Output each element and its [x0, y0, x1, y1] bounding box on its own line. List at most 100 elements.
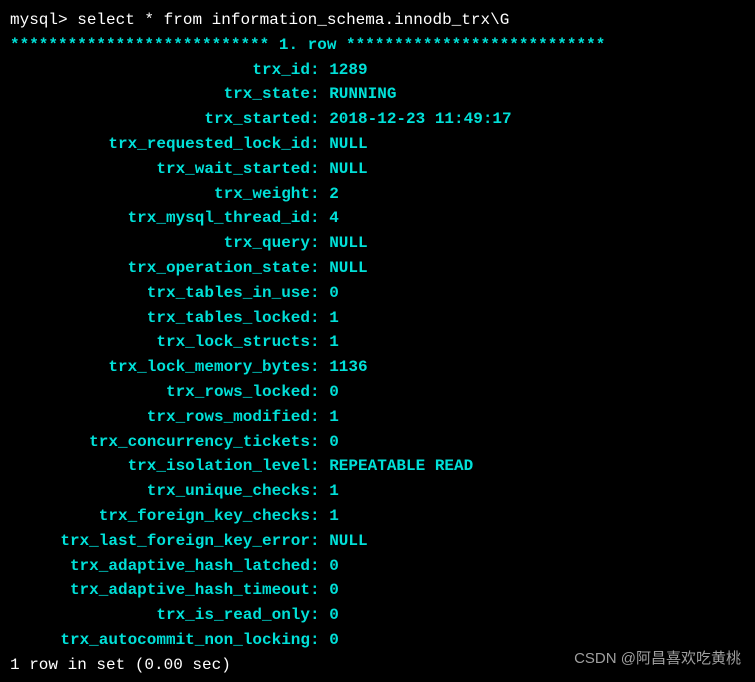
field-row: trx_unique_checks: 1 [10, 479, 745, 504]
field-colon: : [310, 606, 329, 624]
field-value: 1289 [329, 61, 367, 79]
field-colon: : [310, 259, 329, 277]
field-row: trx_last_foreign_key_error: NULL [10, 529, 745, 554]
field-label: trx_tables_locked [10, 306, 310, 331]
field-value: 1 [329, 309, 339, 327]
field-value: NULL [329, 532, 367, 550]
field-row: trx_rows_modified: 1 [10, 405, 745, 430]
field-row: trx_id: 1289 [10, 58, 745, 83]
field-value: 1 [329, 482, 339, 500]
field-row: trx_lock_memory_bytes: 1136 [10, 355, 745, 380]
field-colon: : [310, 482, 329, 500]
field-label: trx_rows_locked [10, 380, 310, 405]
field-colon: : [310, 532, 329, 550]
terminal-output: mysql> select * from information_schema.… [10, 8, 745, 678]
field-colon: : [310, 457, 329, 475]
field-colon: : [310, 358, 329, 376]
field-row: trx_isolation_level: REPEATABLE READ [10, 454, 745, 479]
field-row: trx_foreign_key_checks: 1 [10, 504, 745, 529]
field-row: trx_adaptive_hash_timeout: 0 [10, 578, 745, 603]
field-value: 1 [329, 507, 339, 525]
result-fields: trx_id: 1289trx_state: RUNNINGtrx_starte… [10, 58, 745, 653]
field-colon: : [310, 631, 329, 649]
row-separator: *************************** 1. row *****… [10, 33, 745, 58]
field-value: 0 [329, 631, 339, 649]
mysql-prompt: mysql> [10, 11, 68, 29]
field-value: NULL [329, 259, 367, 277]
field-value: 0 [329, 557, 339, 575]
field-value: 0 [329, 581, 339, 599]
field-row: trx_is_read_only: 0 [10, 603, 745, 628]
field-value: 0 [329, 383, 339, 401]
field-row: trx_weight: 2 [10, 182, 745, 207]
field-colon: : [310, 507, 329, 525]
field-value: NULL [329, 234, 367, 252]
field-value: REPEATABLE READ [329, 457, 473, 475]
field-label: trx_rows_modified [10, 405, 310, 430]
field-colon: : [310, 160, 329, 178]
mysql-prompt-line: mysql> select * from information_schema.… [10, 8, 745, 33]
field-label: trx_foreign_key_checks [10, 504, 310, 529]
field-value: 1 [329, 333, 339, 351]
field-value: 2018-12-23 11:49:17 [329, 110, 511, 128]
field-colon: : [310, 581, 329, 599]
field-label: trx_is_read_only [10, 603, 310, 628]
field-row: trx_state: RUNNING [10, 82, 745, 107]
field-value: 1136 [329, 358, 367, 376]
field-colon: : [310, 383, 329, 401]
field-row: trx_started: 2018-12-23 11:49:17 [10, 107, 745, 132]
field-label: trx_lock_structs [10, 330, 310, 355]
field-label: trx_mysql_thread_id [10, 206, 310, 231]
field-label: trx_query [10, 231, 310, 256]
field-label: trx_concurrency_tickets [10, 430, 310, 455]
field-label: trx_adaptive_hash_timeout [10, 578, 310, 603]
field-label: trx_weight [10, 182, 310, 207]
field-colon: : [310, 209, 329, 227]
field-label: trx_tables_in_use [10, 281, 310, 306]
field-row: trx_concurrency_tickets: 0 [10, 430, 745, 455]
field-value: NULL [329, 160, 367, 178]
field-row: trx_lock_structs: 1 [10, 330, 745, 355]
field-colon: : [310, 284, 329, 302]
field-row: trx_adaptive_hash_latched: 0 [10, 554, 745, 579]
field-row: trx_tables_locked: 1 [10, 306, 745, 331]
sql-query: select * from information_schema.innodb_… [77, 11, 509, 29]
field-value: RUNNING [329, 85, 396, 103]
field-colon: : [310, 408, 329, 426]
field-label: trx_id [10, 58, 310, 83]
field-label: trx_operation_state [10, 256, 310, 281]
field-colon: : [310, 234, 329, 252]
watermark: CSDN @阿昌喜欢吃黄桃 [574, 647, 741, 670]
field-label: trx_requested_lock_id [10, 132, 310, 157]
field-row: trx_wait_started: NULL [10, 157, 745, 182]
field-value: 4 [329, 209, 339, 227]
field-row: trx_mysql_thread_id: 4 [10, 206, 745, 231]
field-row: trx_rows_locked: 0 [10, 380, 745, 405]
field-label: trx_autocommit_non_locking [10, 628, 310, 653]
field-value: 0 [329, 606, 339, 624]
field-label: trx_last_foreign_key_error [10, 529, 310, 554]
field-label: trx_wait_started [10, 157, 310, 182]
field-label: trx_state [10, 82, 310, 107]
field-colon: : [310, 185, 329, 203]
field-value: 1 [329, 408, 339, 426]
field-value: 0 [329, 284, 339, 302]
field-value: NULL [329, 135, 367, 153]
field-colon: : [310, 333, 329, 351]
field-row: trx_tables_in_use: 0 [10, 281, 745, 306]
field-row: trx_query: NULL [10, 231, 745, 256]
field-colon: : [310, 61, 329, 79]
field-colon: : [310, 557, 329, 575]
field-colon: : [310, 433, 329, 451]
field-label: trx_started [10, 107, 310, 132]
field-row: trx_requested_lock_id: NULL [10, 132, 745, 157]
field-colon: : [310, 85, 329, 103]
field-row: trx_operation_state: NULL [10, 256, 745, 281]
field-value: 2 [329, 185, 339, 203]
field-colon: : [310, 135, 329, 153]
field-colon: : [310, 110, 329, 128]
field-colon: : [310, 309, 329, 327]
field-label: trx_lock_memory_bytes [10, 355, 310, 380]
field-label: trx_unique_checks [10, 479, 310, 504]
field-label: trx_isolation_level [10, 454, 310, 479]
